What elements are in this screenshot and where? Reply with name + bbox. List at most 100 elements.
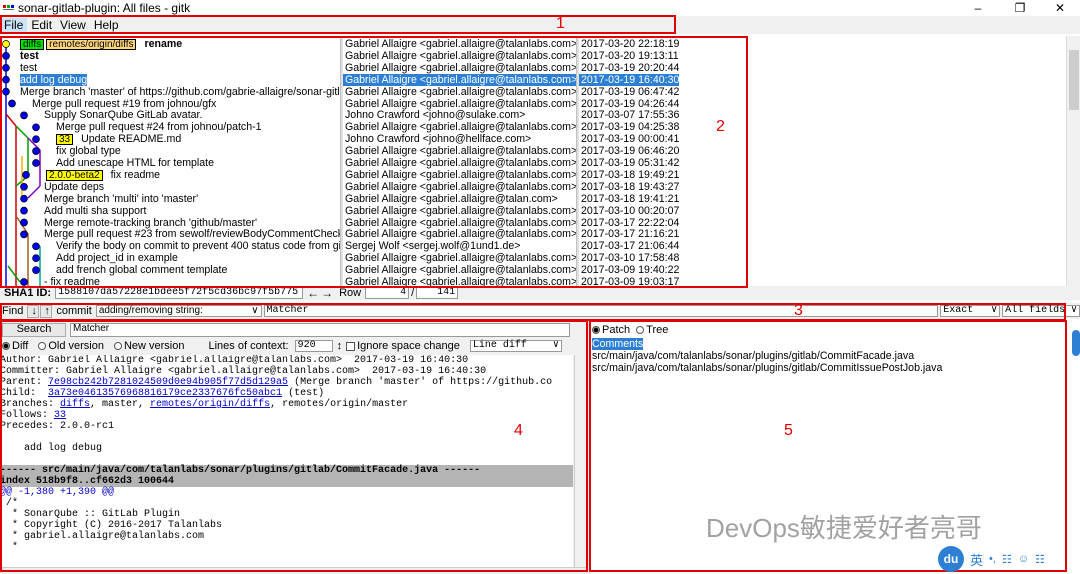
commit-author[interactable]: Gabriel Allaigre <gabriel.allaigre@talan… [343, 276, 576, 286]
forward-arrow-icon[interactable]: → [321, 286, 333, 300]
commit-row[interactable]: Merge branch 'multi' into 'master' [44, 193, 198, 205]
ime-punct-icon[interactable]: •, [989, 553, 996, 565]
close-icon[interactable]: ✕ [1040, 0, 1080, 16]
ime-grid-icon[interactable]: ☷ [1035, 553, 1045, 566]
patch-radio[interactable] [592, 326, 600, 334]
diff-link[interactable]: 33 [54, 410, 66, 421]
diff-link[interactable]: remotes/origin/diffs [150, 399, 270, 410]
commit-row[interactable]: add log debug [20, 73, 88, 86]
tree-radio[interactable] [636, 326, 645, 334]
commit-date[interactable]: 2017-03-19 06:46:20 [579, 145, 679, 157]
commit-author[interactable]: Gabriel Allaigre <gabriel.allaigre@talan… [343, 205, 576, 217]
commit-row[interactable]: Add multi sha support [44, 205, 146, 217]
commit-date[interactable]: 2017-03-10 00:20:07 [579, 205, 679, 217]
commit-date[interactable]: 2017-03-19 05:31:42 [579, 157, 679, 169]
commit-date[interactable]: 2017-03-17 22:22:04 [579, 217, 679, 229]
ignore-space-checkbox[interactable] [346, 341, 356, 351]
commit-author[interactable]: Gabriel Allaigre <gabriel.allaigre@talan… [343, 98, 576, 110]
diff-scrollbar[interactable] [574, 355, 586, 567]
commit-author[interactable]: Gabriel Allaigre <gabriel.allaigre@talan… [343, 50, 576, 62]
commit-author[interactable]: Gabriel Allaigre <gabriel.allaigre@talan… [343, 264, 576, 276]
commit-row[interactable]: test [20, 50, 39, 62]
file-list-item[interactable]: src/main/java/com/talanlabs/sonar/plugin… [592, 362, 942, 374]
file-list-item[interactable]: src/main/java/com/talanlabs/sonar/plugin… [592, 350, 942, 362]
commit-author[interactable]: Gabriel Allaigre <gabriel.allaigre@talan… [343, 193, 558, 205]
diff-hscrollbar[interactable] [0, 567, 586, 574]
commit-date[interactable]: 2017-03-19 16:40:30 [579, 73, 680, 86]
commit-row[interactable]: Verify the body on commit to prevent 400… [56, 240, 340, 252]
commit-row[interactable]: test [20, 62, 37, 74]
new-version-radio[interactable] [113, 342, 122, 350]
commit-date[interactable]: 2017-03-18 19:43:27 [579, 181, 679, 193]
menu-help[interactable]: Help [90, 18, 123, 32]
back-arrow-icon[interactable]: ← [307, 286, 319, 300]
maximize-icon[interactable]: ❐ [1000, 0, 1040, 16]
commit-author[interactable]: Johno Crawford <johno@sulake.com> [343, 109, 525, 121]
commit-author[interactable]: Sergej Wolf <sergej.wolf@1und1.de> [343, 240, 520, 252]
commit-author[interactable]: Gabriel Allaigre <gabriel.allaigre@talan… [343, 181, 576, 193]
commit-row[interactable]: Merge pull request #24 from johnou/patch… [56, 121, 262, 133]
ref-label[interactable]: remotes/origin/diffs [46, 39, 137, 50]
commit-row[interactable]: Merge remote-tracking branch 'github/mas… [44, 217, 257, 229]
commit-row[interactable]: Merge branch 'master' of https://github.… [20, 86, 340, 98]
find-up-arrow-icon[interactable]: ↑ [40, 304, 53, 318]
commit-row[interactable]: Update deps [44, 181, 104, 193]
commit-author[interactable]: Gabriel Allaigre <gabriel.allaigre@talan… [343, 86, 576, 98]
search-input[interactable]: Matcher [70, 323, 570, 337]
commit-date[interactable]: 2017-03-20 22:18:19 [579, 38, 679, 50]
commit-row[interactable]: 33 Update README.md [56, 133, 181, 146]
find-match-select[interactable]: Exact ∨ [940, 305, 1001, 317]
file-list-item[interactable]: Comments [592, 338, 644, 350]
commit-date[interactable]: 2017-03-19 04:26:44 [579, 98, 679, 110]
ref-label[interactable]: 33 [56, 134, 74, 146]
commit-row[interactable]: 2.0.0-beta2 fix readme [46, 169, 160, 181]
ref-label[interactable]: diffs [20, 39, 45, 50]
commit-author[interactable]: Gabriel Allaigre <gabriel.allaigre@talan… [343, 157, 576, 169]
commit-date[interactable]: 2017-03-20 19:13:11 [579, 50, 679, 62]
commit-date[interactable]: 2017-03-19 00:00:41 [579, 133, 679, 145]
commit-author[interactable]: Gabriel Allaigre <gabriel.allaigre@talan… [343, 252, 576, 264]
commit-row[interactable]: Merge pull request #19 from johnou/gfx [32, 98, 216, 110]
commit-row[interactable]: add french global comment template [56, 264, 227, 276]
ime-lang-toggle[interactable]: 英 [970, 550, 983, 569]
commit-date[interactable]: 2017-03-17 21:16:21 [579, 228, 679, 240]
find-input[interactable]: Matcher [263, 305, 939, 317]
menu-view[interactable]: View [56, 18, 90, 32]
commit-date[interactable]: 2017-03-07 17:55:36 [579, 109, 679, 121]
commit-author[interactable]: Johno Crawford <johno@hellface.com> [343, 133, 531, 145]
commit-author[interactable]: Gabriel Allaigre <gabriel.allaigre@talan… [343, 38, 576, 50]
commit-author[interactable]: Gabriel Allaigre <gabriel.allaigre@talan… [343, 62, 576, 74]
ime-user-icon[interactable]: ☺ [1018, 553, 1029, 565]
commit-date[interactable]: 2017-03-09 19:40:22 [579, 264, 679, 276]
find-mode-select[interactable]: adding/removing string: ∨ [95, 305, 262, 317]
old-version-radio[interactable] [38, 342, 47, 350]
diff-mode-select[interactable]: Line diff ∨ [469, 340, 562, 352]
commit-date[interactable]: 2017-03-19 20:20:44 [579, 62, 679, 74]
spinner-icon[interactable]: ↕ [337, 340, 343, 352]
commit-date[interactable]: 2017-03-10 17:58:48 [579, 252, 679, 264]
diff-link[interactable]: diffs [60, 399, 90, 410]
commit-row[interactable]: Merge pull request #23 from sewolf/revie… [44, 228, 340, 240]
diff-link[interactable]: 3a73e04613576968816179ce2337676fc50abc1 [48, 388, 282, 399]
find-fields-select[interactable]: All fields ∨ [1002, 305, 1080, 317]
commit-author[interactable]: Gabriel Allaigre <gabriel.allaigre@talan… [343, 169, 576, 181]
context-spinbox[interactable]: 920 [294, 340, 333, 352]
commit-row[interactable]: Add unescape HTML for template [56, 157, 214, 169]
commit-author[interactable]: Gabriel Allaigre <gabriel.allaigre@talan… [343, 145, 576, 157]
diff-link[interactable]: 7e98cb242b7281024509d0e94b905f77d5d129a5 [48, 377, 288, 388]
commit-date[interactable]: 2017-03-19 04:25:38 [579, 121, 679, 133]
minimize-icon[interactable]: – [958, 0, 998, 16]
search-button[interactable]: Search [2, 323, 66, 337]
find-down-arrow-icon[interactable]: ↓ [27, 304, 40, 318]
commit-author[interactable]: Gabriel Allaigre <gabriel.allaigre@talan… [343, 217, 576, 229]
commit-date[interactable]: 2017-03-18 19:41:21 [579, 193, 679, 205]
menu-file[interactable]: File [0, 18, 28, 32]
commit-author[interactable]: Gabriel Allaigre <gabriel.allaigre@talan… [343, 228, 576, 240]
scrollbar-thumb[interactable] [1069, 50, 1079, 110]
commit-row[interactable]: fix global type [56, 145, 121, 157]
commit-row[interactable]: Supply SonarQube GitLab avatar. [44, 109, 202, 121]
menu-edit[interactable]: Edit [27, 18, 56, 32]
commit-row[interactable]: Add project_id in example [56, 252, 178, 264]
commit-list-scrollbar[interactable] [1066, 36, 1080, 286]
commit-row[interactable]: diffs remotes/origin/diffs rename [20, 38, 182, 50]
